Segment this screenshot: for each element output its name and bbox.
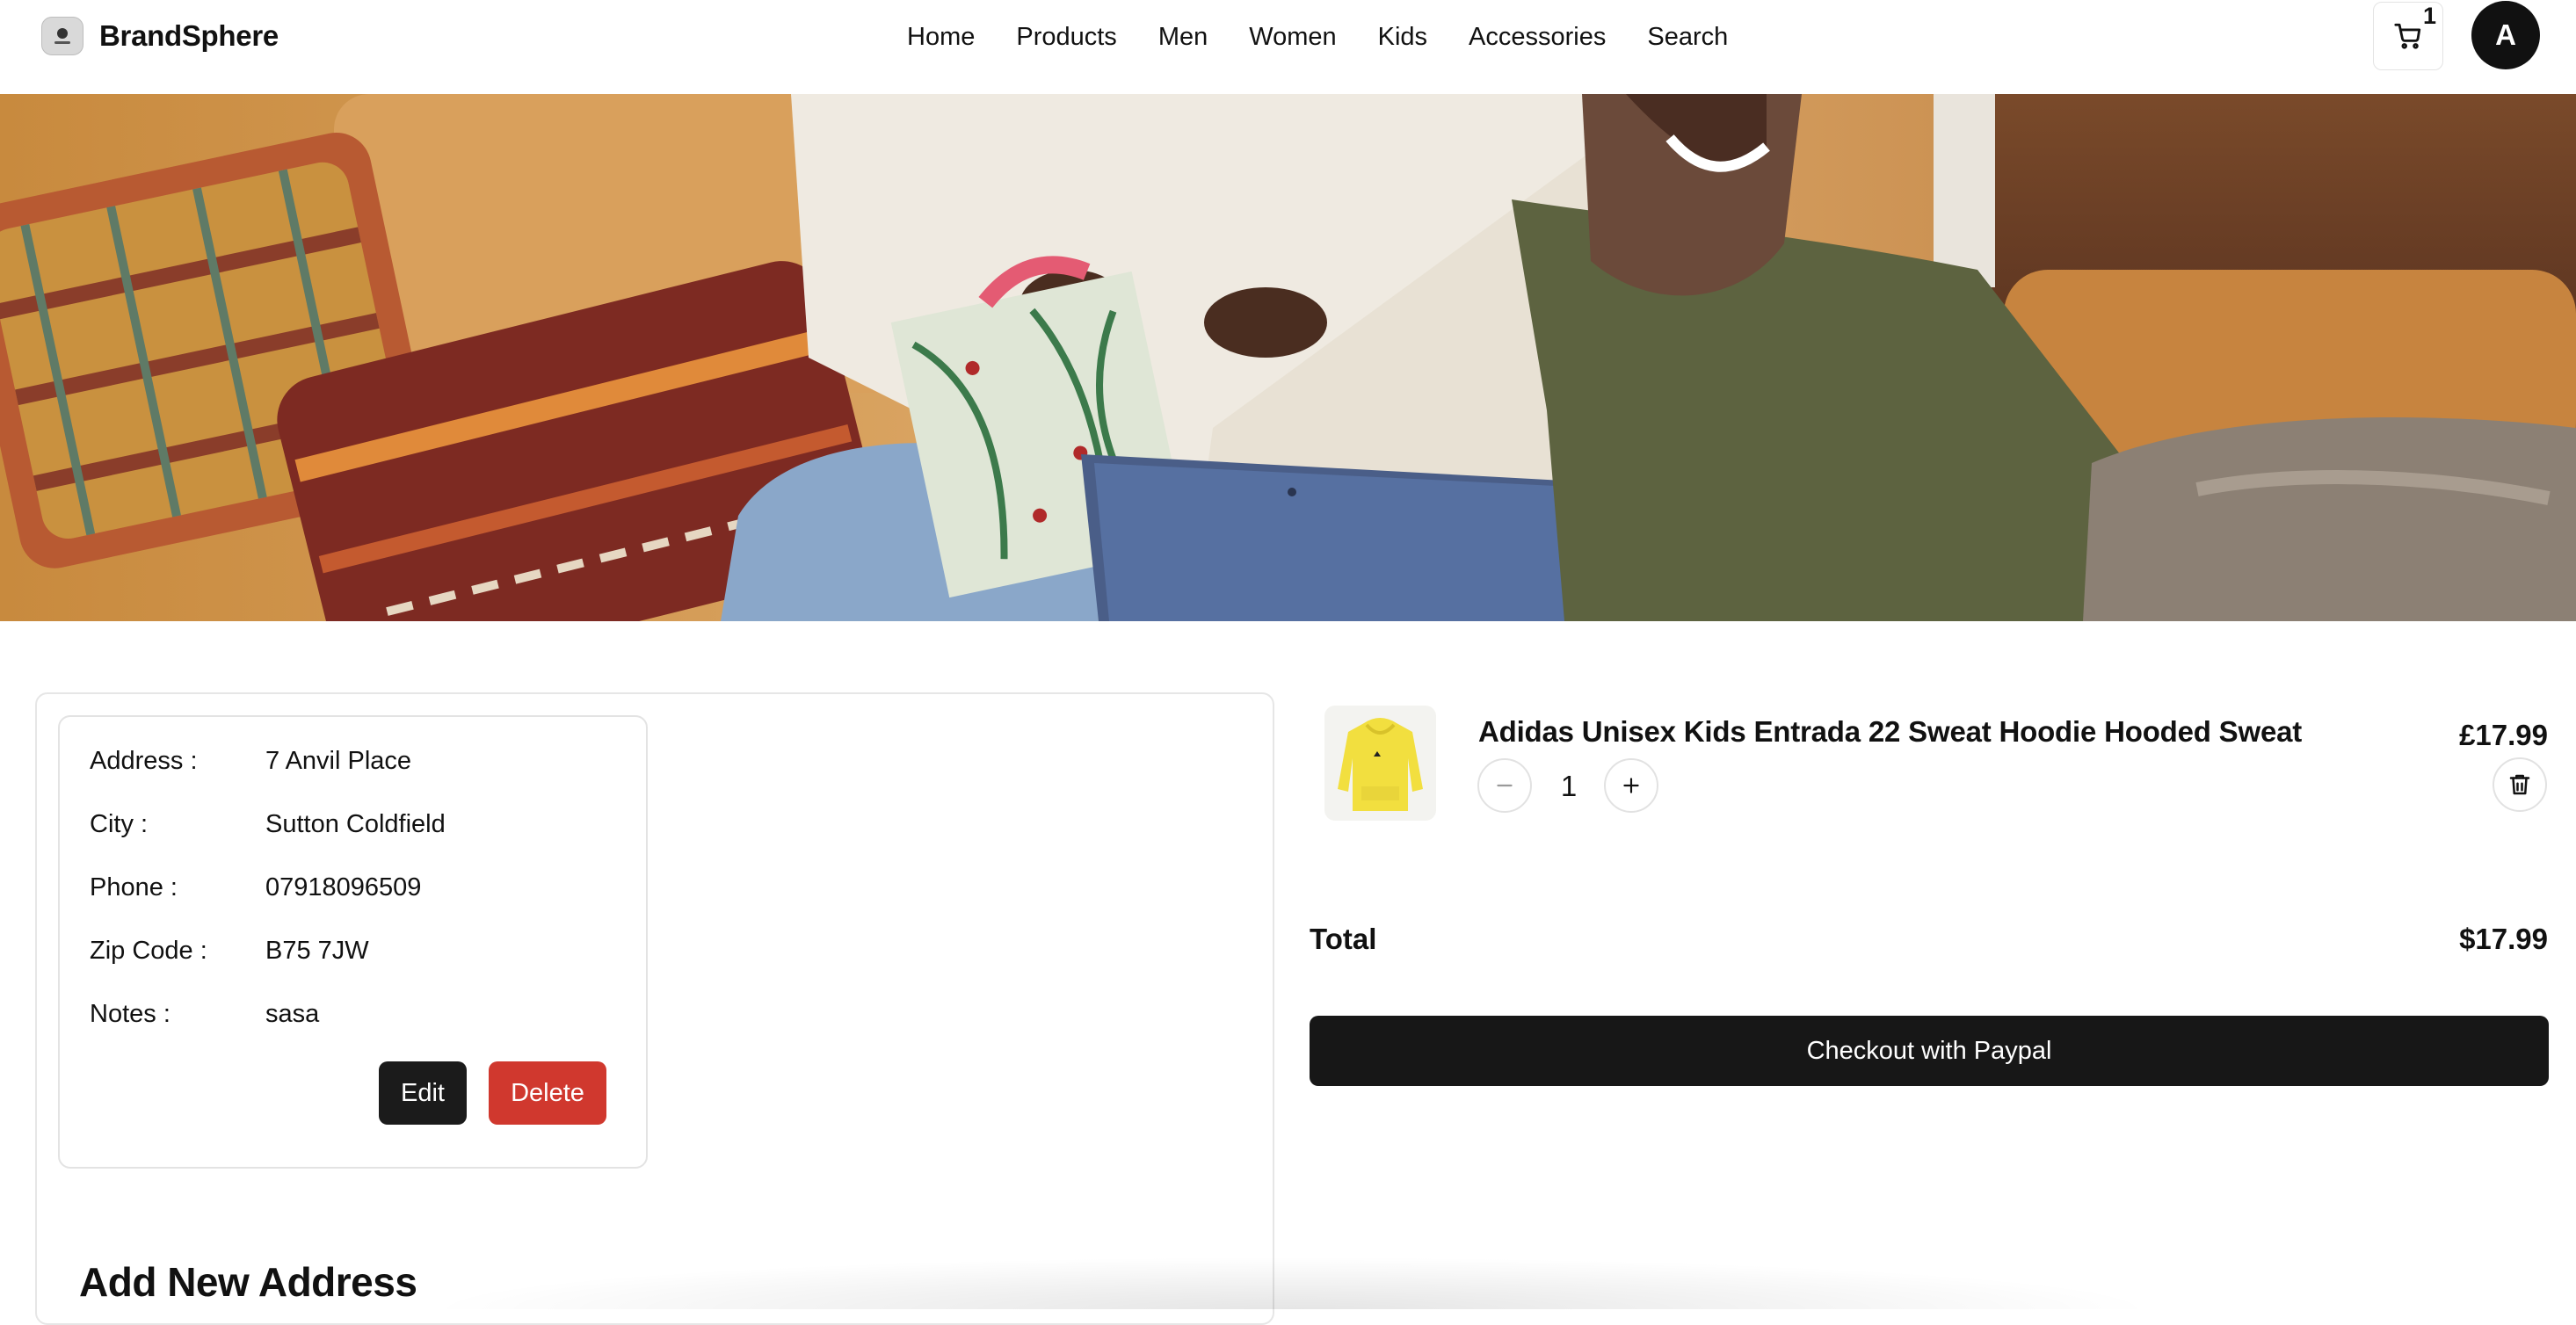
- nav-search[interactable]: Search: [1647, 21, 1728, 53]
- address-value: 7 Anvil Place: [265, 747, 412, 775]
- decrease-quantity-button[interactable]: [1477, 758, 1532, 813]
- hero-photo-icon: [0, 94, 2576, 621]
- nav-women[interactable]: Women: [1249, 21, 1336, 53]
- zip-code-label: Zip Code :: [90, 937, 207, 965]
- phone-label: Phone :: [90, 873, 178, 901]
- add-new-address-heading: Add New Address: [79, 1259, 417, 1305]
- notes-label: Notes :: [90, 1000, 171, 1028]
- nav-home[interactable]: Home: [907, 21, 975, 53]
- increase-quantity-button[interactable]: [1604, 758, 1658, 813]
- notes-value: sasa: [265, 1000, 320, 1028]
- total-value: $17.99: [2459, 923, 2548, 955]
- total-label: Total: [1310, 923, 1377, 955]
- nav-men[interactable]: Men: [1158, 21, 1208, 53]
- cart-count-badge: 1: [2422, 3, 2436, 29]
- zip-code-value: B75 7JW: [265, 937, 369, 965]
- plus-icon: [1623, 778, 1639, 793]
- cart-item-name[interactable]: Adidas Unisex Kids Entrada 22 Sweat Hood…: [1478, 715, 2302, 749]
- cart-icon: [2394, 23, 2421, 49]
- nav-accessories[interactable]: Accessories: [1469, 21, 1606, 53]
- phone-value: 07918096509: [265, 873, 422, 901]
- saved-address-card: Address : 7 Anvil Place City : Sutton Co…: [58, 715, 648, 1169]
- scroll-shadow: [422, 1256, 2162, 1309]
- address-label: Address :: [90, 747, 198, 775]
- hero-banner: [0, 94, 2576, 621]
- nav-kids[interactable]: Kids: [1378, 21, 1427, 53]
- minus-icon: [1497, 784, 1513, 787]
- brand[interactable]: BrandSphere: [41, 17, 279, 55]
- delete-address-button[interactable]: Delete: [489, 1061, 606, 1125]
- city-label: City :: [90, 810, 149, 838]
- nav-products[interactable]: Products: [1016, 21, 1116, 53]
- cart-item-price: £17.99: [2459, 719, 2548, 751]
- checkout-paypal-button[interactable]: Checkout with Paypal: [1310, 1016, 2549, 1086]
- trash-icon: [2509, 774, 2530, 795]
- top-navigation-bar: BrandSphere Home Products Men Women Kids…: [0, 0, 2576, 95]
- brand-logo-icon: [41, 17, 83, 55]
- main-nav: Home Products Men Women Kids Accessories…: [907, 21, 1769, 53]
- cart-button[interactable]: 1: [2373, 2, 2443, 70]
- quantity-value: 1: [1560, 770, 1578, 802]
- brand-name: BrandSphere: [99, 19, 279, 52]
- edit-address-button[interactable]: Edit: [379, 1061, 467, 1125]
- remove-item-button[interactable]: [2493, 757, 2547, 812]
- product-thumbnail[interactable]: [1324, 706, 1436, 821]
- yellow-hoodie-icon: [1338, 718, 1423, 811]
- user-avatar[interactable]: A: [2471, 1, 2540, 69]
- city-value: Sutton Coldfield: [265, 810, 446, 838]
